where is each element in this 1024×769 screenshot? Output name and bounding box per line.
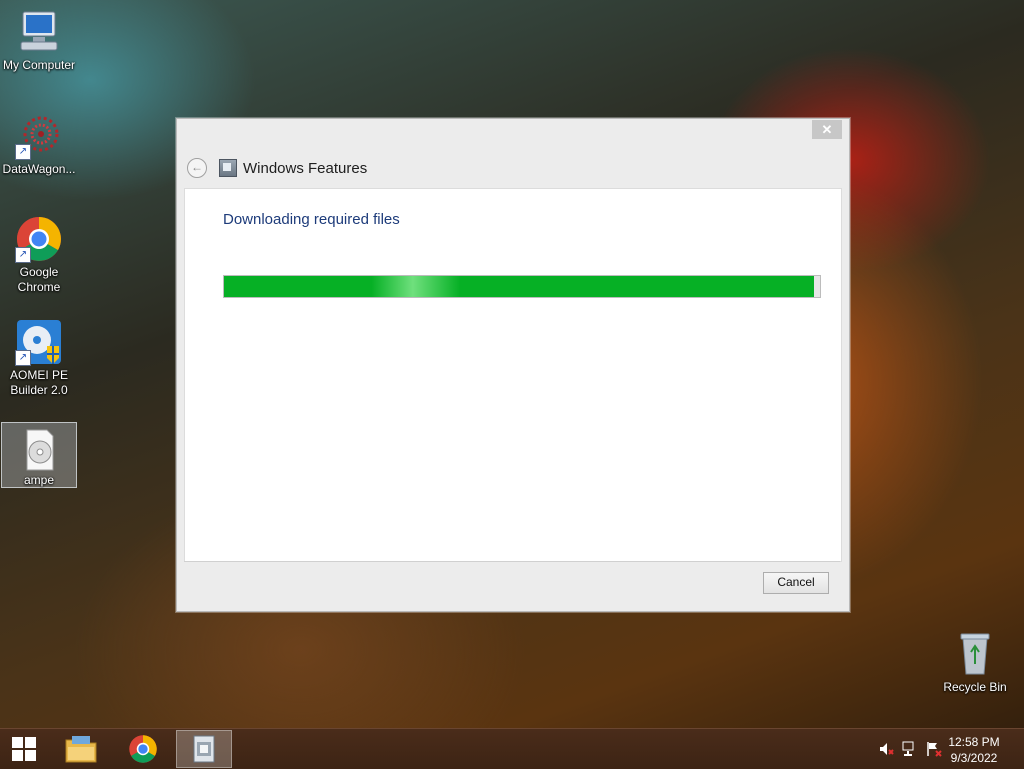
dialog-footer: Cancel — [184, 561, 840, 607]
windows-features-icon — [193, 735, 215, 763]
taskbar: 12:58 PM 9/3/2022 — [0, 728, 1024, 769]
desktop-icon-my-computer[interactable]: My Computer — [1, 8, 77, 73]
shortcut-arrow-icon: ↗ — [15, 350, 31, 366]
taskbar-file-explorer[interactable] — [57, 730, 105, 768]
desktop-icon-recycle-bin[interactable]: Recycle Bin — [937, 630, 1013, 695]
action-center-flag-icon[interactable] — [926, 741, 942, 757]
download-progress-bar — [223, 275, 821, 298]
datawagon-icon: ↗ — [15, 112, 63, 160]
system-tray: 12:58 PM 9/3/2022 — [864, 729, 1024, 769]
desktop-icon-label: Recycle Bin — [943, 680, 1007, 694]
status-heading: Downloading required files — [223, 211, 400, 228]
recycle-bin-icon — [951, 630, 999, 678]
windows-features-dialog: ✕ ← Windows Features Downloading require… — [176, 118, 850, 612]
file-explorer-icon — [65, 736, 97, 763]
clock-time: 12:58 PM — [948, 735, 1000, 749]
clock-date: 9/3/2022 — [950, 751, 998, 765]
desktop-icon-aomei-pe-builder[interactable]: ↗ AOMEI PE Builder 2.0 — [1, 318, 77, 398]
taskbar-windows-features[interactable] — [176, 730, 232, 768]
desktop-icon-datawagon[interactable]: ↗ DataWagon... — [1, 112, 77, 177]
speaker-muted-icon[interactable] — [878, 741, 894, 757]
desktop-icon-label: Google Chrome — [17, 265, 61, 294]
dialog-content: Downloading required files — [184, 188, 842, 562]
shortcut-arrow-icon: ↗ — [15, 247, 31, 263]
desktop-icon-label: AOMEI PE Builder 2.0 — [9, 368, 68, 397]
back-arrow-icon[interactable]: ← — [187, 158, 207, 178]
desktop-icon-label: ampe — [23, 473, 55, 487]
network-icon[interactable] — [902, 741, 918, 757]
close-button[interactable]: ✕ — [812, 120, 842, 139]
dialog-title: Windows Features — [243, 159, 368, 177]
desktop-icon-label: DataWagon... — [2, 162, 76, 176]
disc-image-icon — [15, 429, 63, 471]
chrome-icon: ↗ — [15, 215, 63, 263]
desktop-icon-google-chrome[interactable]: ↗ Google Chrome — [1, 215, 77, 295]
dialog-header: ← Windows Features — [187, 157, 367, 179]
taskbar-clock[interactable]: 12:58 PM 9/3/2022 — [944, 734, 1004, 766]
chrome-icon — [129, 735, 157, 763]
aomei-icon: ↗ — [15, 318, 63, 366]
progress-fill — [224, 276, 815, 297]
desktop-icon-label: My Computer — [2, 58, 76, 72]
computer-icon — [15, 8, 63, 56]
desktop-icon-ampe[interactable]: ampe — [1, 422, 77, 488]
cancel-button[interactable]: Cancel — [763, 572, 829, 594]
windows-features-icon — [219, 159, 237, 177]
start-icon — [12, 737, 36, 761]
shortcut-arrow-icon: ↗ — [15, 144, 31, 160]
start-button[interactable] — [0, 730, 48, 768]
taskbar-chrome[interactable] — [119, 730, 167, 768]
